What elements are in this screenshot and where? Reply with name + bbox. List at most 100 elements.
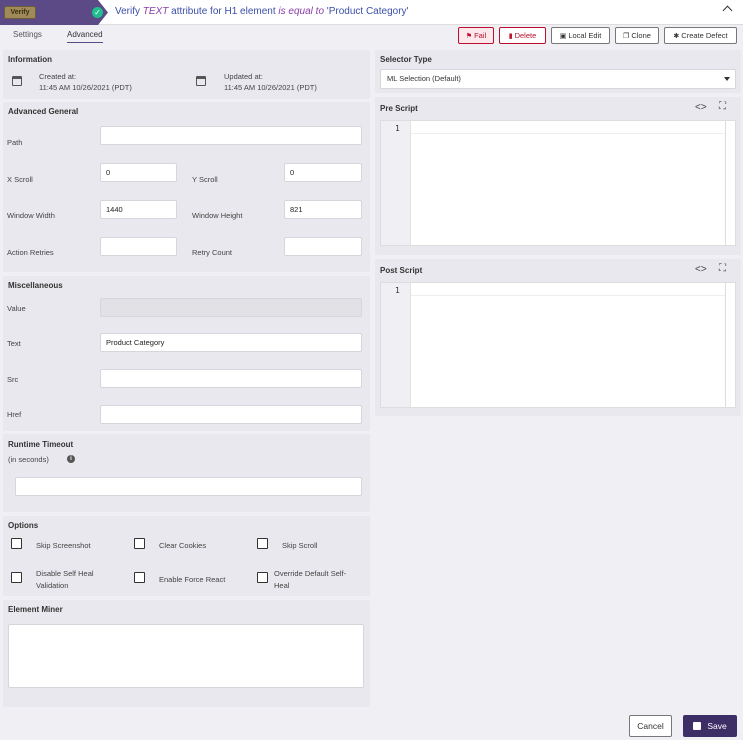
line-number: 1 xyxy=(395,124,400,133)
skip-screenshot-checkbox[interactable] xyxy=(11,538,22,549)
runtime-timeout-subtitle: (in seconds) xyxy=(8,455,49,464)
tab-settings[interactable]: Settings xyxy=(13,30,42,39)
element-miner-panel: Element Miner xyxy=(3,600,370,707)
created-value: 11:45 AM 10/26/2021 (PDT) xyxy=(39,83,132,92)
pre-script-editor[interactable]: 1 xyxy=(380,120,736,246)
local-edit-button[interactable]: ▣ Local Edit xyxy=(551,27,610,44)
line-number: 1 xyxy=(395,286,400,295)
step-header: Verify ✓ Verify TEXT attribute for H1 el… xyxy=(0,0,743,25)
chevron-down-icon xyxy=(724,77,730,81)
edit-icon: ▣ xyxy=(559,33,567,40)
info-icon[interactable]: i xyxy=(67,455,75,463)
override-self-heal-checkbox[interactable] xyxy=(257,572,268,583)
calendar-icon xyxy=(196,76,206,86)
enable-force-react-checkbox[interactable] xyxy=(134,572,145,583)
clear-cookies-checkbox[interactable] xyxy=(134,538,145,549)
action-retries-label: Action Retries xyxy=(7,248,54,257)
save-icon xyxy=(693,722,702,730)
window-height-label: Window Height xyxy=(192,211,243,220)
skip-scroll-label: Skip Scroll xyxy=(282,541,318,550)
create-defect-button[interactable]: ✱ Create Defect xyxy=(664,27,737,44)
cancel-button[interactable]: Cancel xyxy=(629,715,672,737)
window-height-input[interactable]: 821 xyxy=(284,200,362,219)
flag-icon: ⚑ xyxy=(465,33,473,40)
copy-icon: ❐ xyxy=(623,33,630,40)
pre-script-panel: Pre Script <> ⛶ 1 xyxy=(375,97,741,255)
calendar-icon xyxy=(12,76,22,86)
post-script-panel: Post Script <> ⛶ 1 xyxy=(375,259,741,416)
line-gutter xyxy=(381,283,411,407)
selector-type-value: ML Selection (Default) xyxy=(387,74,461,83)
chevron-up-icon[interactable] xyxy=(722,5,733,16)
advanced-general-panel: Advanced General Path X Scroll 0 Y Scrol… xyxy=(3,102,370,272)
element-miner-area[interactable] xyxy=(8,624,364,688)
path-label: Path xyxy=(7,138,23,147)
selector-type-select[interactable]: ML Selection (Default) xyxy=(380,69,736,89)
updated-label: Updated at: xyxy=(224,72,263,81)
path-input[interactable] xyxy=(100,126,362,145)
code-icon[interactable]: <> xyxy=(695,264,707,275)
fail-button[interactable]: ⚑ Fail xyxy=(458,27,494,44)
editor-ruler xyxy=(725,121,726,245)
information-panel: Information Created at: 11:45 AM 10/26/2… xyxy=(3,50,370,99)
panel-title: Element Miner xyxy=(8,605,63,614)
updated-value: 11:45 AM 10/26/2021 (PDT) xyxy=(224,83,317,92)
check-icon: ✓ xyxy=(92,7,103,18)
miscellaneous-panel: Miscellaneous Value Text Product Categor… xyxy=(3,276,370,431)
line-gutter xyxy=(381,121,411,245)
runtime-timeout-input[interactable] xyxy=(15,477,362,496)
delete-button[interactable]: ▮ Delete xyxy=(499,27,546,44)
expand-icon[interactable]: ⛶ xyxy=(719,263,726,274)
trash-icon: ▮ xyxy=(508,33,513,40)
override-self-heal-label: Override Default Self- xyxy=(274,569,347,578)
verify-logo: Verify xyxy=(4,6,36,19)
clone-button[interactable]: ❐ Clone xyxy=(615,27,659,44)
panel-title: Options xyxy=(8,521,39,530)
skip-screenshot-label: Skip Screenshot xyxy=(36,541,91,550)
href-input[interactable] xyxy=(100,405,362,424)
value-label: Value xyxy=(7,304,26,313)
href-label: Href xyxy=(7,410,22,419)
bug-icon: ✱ xyxy=(673,33,680,40)
disable-self-heal-label: Disable Self Heal xyxy=(36,569,94,578)
y-scroll-label: Y Scroll xyxy=(192,175,218,184)
disable-self-heal-checkbox[interactable] xyxy=(11,572,22,583)
y-scroll-input[interactable]: 0 xyxy=(284,163,362,182)
window-width-input[interactable]: 1440 xyxy=(100,200,177,219)
step-type-chip: Verify ✓ xyxy=(0,0,108,25)
src-label: Src xyxy=(7,375,19,384)
retry-count-input[interactable] xyxy=(284,237,362,256)
options-panel: Options Skip Screenshot Clear Cookies Sk… xyxy=(3,516,370,596)
panel-title: Runtime Timeout xyxy=(8,440,74,449)
override-self-heal-label: Heal xyxy=(274,581,290,590)
window-width-label: Window Width xyxy=(7,211,55,220)
text-label: Text xyxy=(7,339,21,348)
src-input[interactable] xyxy=(100,369,362,388)
enable-force-react-label: Enable Force React xyxy=(159,575,226,584)
clear-cookies-label: Clear Cookies xyxy=(159,541,207,550)
post-script-editor[interactable]: 1 xyxy=(380,282,736,408)
disable-self-heal-label: Validation xyxy=(36,581,69,590)
panel-title: Selector Type xyxy=(380,55,432,64)
editor-ruler xyxy=(725,283,726,407)
active-line xyxy=(411,121,725,134)
panel-title: Information xyxy=(8,55,52,64)
expand-icon[interactable]: ⛶ xyxy=(719,101,726,112)
code-icon[interactable]: <> xyxy=(695,102,707,113)
panel-title: Advanced General xyxy=(8,107,79,116)
runtime-timeout-panel: Runtime Timeout (in seconds) xyxy=(3,434,370,512)
value-input xyxy=(100,298,362,317)
step-title: Verify TEXT attribute for H1 element is … xyxy=(115,6,409,17)
panel-title: Miscellaneous xyxy=(8,281,63,290)
tab-advanced[interactable]: Advanced xyxy=(67,30,103,43)
action-retries-input[interactable] xyxy=(100,237,177,256)
panel-title: Post Script xyxy=(380,266,423,275)
x-scroll-input[interactable]: 0 xyxy=(100,163,177,182)
save-button[interactable]: Save xyxy=(683,715,737,737)
text-input[interactable]: Product Category xyxy=(100,333,362,352)
panel-title: Pre Script xyxy=(380,104,418,113)
skip-scroll-checkbox[interactable] xyxy=(257,538,268,549)
created-label: Created at: xyxy=(39,72,77,81)
retry-count-label: Retry Count xyxy=(192,248,233,257)
x-scroll-label: X Scroll xyxy=(7,175,33,184)
